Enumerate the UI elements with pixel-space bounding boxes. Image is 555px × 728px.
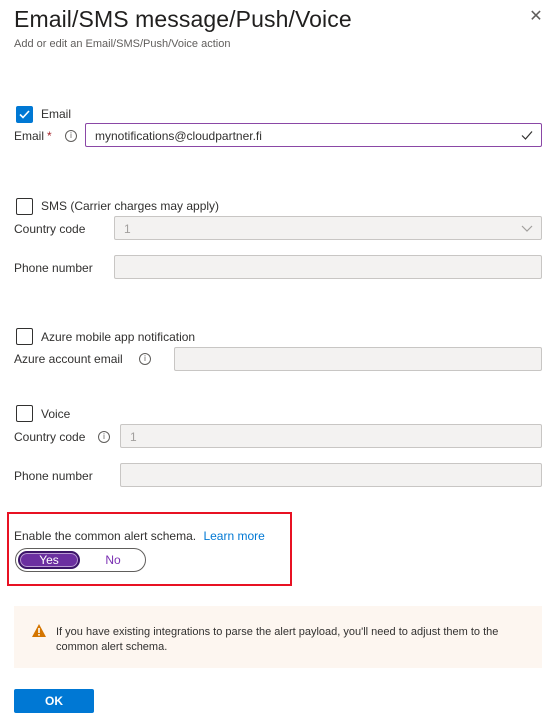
chevron-down-icon <box>521 225 533 232</box>
schema-toggle[interactable]: Yes No <box>15 548 146 572</box>
sms-country-code-label: Country code <box>14 222 86 236</box>
voice-country-code-input[interactable]: 1 <box>120 424 542 448</box>
voice-phone-input[interactable] <box>120 463 542 487</box>
schema-label: Enable the common alert schema. Learn mo… <box>14 529 265 543</box>
panel-title: Email/SMS message/Push/Voice <box>14 6 352 32</box>
sms-checkbox-label: SMS (Carrier charges may apply) <box>41 199 220 213</box>
sms-country-code-value: 1 <box>124 222 131 236</box>
email-checkbox[interactable] <box>16 106 33 123</box>
push-checkbox[interactable] <box>16 328 33 345</box>
warning-icon <box>32 624 46 637</box>
voice-checkbox-label: Voice <box>41 407 71 421</box>
learn-more-link[interactable]: Learn more <box>203 529 264 543</box>
close-icon[interactable]: ✕ <box>528 9 544 25</box>
toggle-yes-option[interactable]: Yes <box>18 551 80 569</box>
checkmark-icon <box>19 110 30 119</box>
sms-country-code-dropdown[interactable]: 1 <box>114 216 542 240</box>
info-icon[interactable]: i <box>65 130 77 142</box>
voice-phone-label: Phone number <box>14 469 93 483</box>
email-checkbox-label: Email <box>41 107 72 121</box>
email-input-value: mynotifications@cloudpartner.fi <box>95 129 262 143</box>
toggle-no-option[interactable]: No <box>82 551 144 569</box>
ok-button[interactable]: OK <box>14 689 94 713</box>
push-account-email-label: Azure account email <box>14 352 123 366</box>
required-marker: * <box>47 129 52 143</box>
checkmark-icon <box>521 131 533 140</box>
warning-banner: If you have existing integrations to par… <box>14 606 542 668</box>
email-field-label: Email * <box>14 129 52 143</box>
info-icon[interactable]: i <box>98 431 110 443</box>
sms-phone-label: Phone number <box>14 261 93 275</box>
info-icon[interactable]: i <box>139 353 151 365</box>
push-checkbox-label: Azure mobile app notification <box>41 330 196 344</box>
warning-text: If you have existing integrations to par… <box>56 626 499 653</box>
voice-country-code-label: Country code <box>14 430 86 444</box>
panel-subtitle: Add or edit an Email/SMS/Push/Voice acti… <box>14 38 231 50</box>
push-account-email-input[interactable] <box>174 347 542 371</box>
sms-phone-input[interactable] <box>114 255 542 279</box>
sms-checkbox[interactable] <box>16 198 33 215</box>
voice-checkbox[interactable] <box>16 405 33 422</box>
email-input[interactable]: mynotifications@cloudpartner.fi <box>85 123 542 147</box>
